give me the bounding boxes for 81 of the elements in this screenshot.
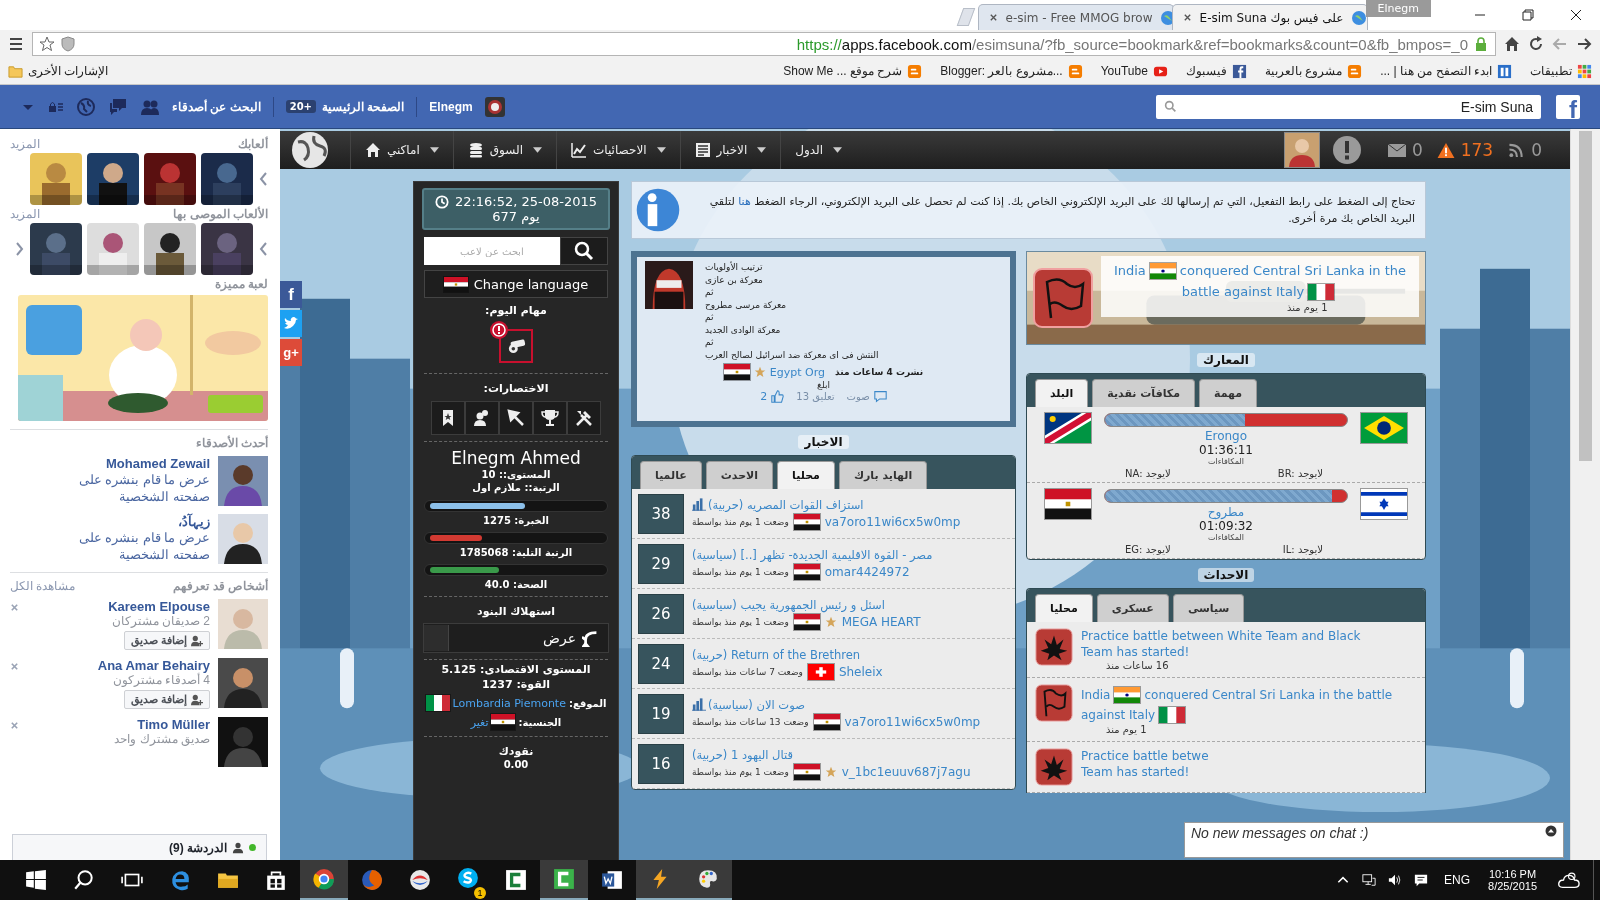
add-friend-icon	[191, 634, 203, 647]
message-icon[interactable]	[1414, 873, 1429, 887]
section-title: أحدث الأصدقاء	[195, 436, 268, 450]
home-icon[interactable]	[1504, 36, 1520, 52]
find-friends-link[interactable]: البحث عن أصدقاء	[172, 99, 261, 114]
section-title: الألعاب الموصى بها	[173, 207, 268, 221]
site-icon	[1497, 63, 1512, 79]
activity-link[interactable]: عرض ما قام بنشره على صفحته الشخصية	[40, 529, 210, 563]
blog-icon	[1067, 63, 1083, 79]
chevron-left-icon[interactable]	[258, 241, 268, 257]
bookmark[interactable]: Blogger: مشروع بالعر...	[940, 63, 1083, 79]
close-icon[interactable]	[988, 13, 998, 22]
person-name[interactable]: Kareem Elpouse	[108, 599, 210, 614]
network-icon[interactable]	[1362, 873, 1377, 887]
section-title: ألعابك	[238, 137, 268, 151]
speaker-icon[interactable]	[1388, 873, 1403, 887]
lock-icon	[1473, 36, 1489, 52]
profile-link[interactable]: Elnegm	[429, 99, 473, 114]
section-title: أشخاص قد تعرفهم	[173, 579, 268, 593]
clock[interactable]: 10:16 PM 8/25/2015	[1488, 868, 1537, 892]
activity-link[interactable]: عرض ما قام بنشره على صفحته الشخصية	[40, 471, 210, 505]
notification-badge: 20+	[285, 100, 316, 113]
chevron-right-icon[interactable]	[15, 241, 25, 257]
document-icon[interactable]	[601, 869, 623, 891]
logo[interactable]: f	[1556, 94, 1580, 119]
person-icon	[232, 841, 244, 854]
friend-name[interactable]: زيہآدُ،	[178, 514, 210, 529]
add-friend-button[interactable]: إضافة صديق	[123, 690, 210, 709]
add-friend-button[interactable]: إضافة صديق	[123, 631, 210, 650]
bookmark[interactable]: مشروع بالعربية	[1264, 63, 1363, 79]
mutual-friends-text: 4 أصدقاء مشتركون	[112, 673, 210, 687]
section-title: لعبة مميزة	[214, 277, 268, 291]
bookmark[interactable]: Show Me ... شرح موقع	[783, 63, 923, 79]
recorder-icon[interactable]	[505, 869, 527, 891]
friend-name[interactable]: Mohamed Zewail	[105, 456, 210, 471]
browser-tab[interactable]: e-sim - Free MMOG brow	[977, 4, 1174, 30]
palette-icon[interactable]	[697, 868, 719, 890]
mutual-friends-text: 2 صديقان مشتركان	[111, 614, 210, 628]
grid-icon	[1577, 63, 1592, 79]
search-field[interactable]: E-sim Suna	[1156, 94, 1541, 119]
folder-icon	[8, 63, 23, 79]
close-icon[interactable]	[1570, 9, 1582, 21]
blog-icon	[907, 63, 923, 79]
chat-app-icon[interactable]	[457, 867, 479, 889]
fox-browser-icon[interactable]	[361, 869, 383, 891]
shield-icon[interactable]	[60, 36, 76, 52]
search-icon	[1164, 100, 1177, 113]
menu-icon[interactable]	[8, 36, 24, 52]
round-browser-icon[interactable]	[313, 868, 335, 890]
chat-icon[interactable]	[108, 96, 128, 117]
star-icon[interactable]	[39, 36, 55, 52]
shopping-bag-icon[interactable]	[265, 869, 287, 891]
restore-icon[interactable]	[1522, 9, 1534, 21]
language-indicator[interactable]: ENG	[1444, 873, 1471, 887]
bookmark[interactable]: ابدء التصفح من هنا | ...	[1380, 63, 1512, 79]
notification-badge: 1	[474, 887, 486, 899]
recorder-icon[interactable]	[553, 868, 575, 890]
person-name[interactable]: Ana Amar Behairy	[97, 658, 210, 673]
avatar-icon[interactable]	[484, 96, 505, 117]
chevron-left-icon[interactable]	[258, 171, 268, 187]
home-link[interactable]: الصفحة الرئيسية	[321, 99, 405, 114]
browser-tab[interactable]: E-sim Suna على فيس بوك	[1171, 4, 1368, 30]
bookmark[interactable]: تطبيقات	[1530, 63, 1592, 79]
start-icon[interactable]	[25, 869, 47, 891]
forward-icon[interactable]	[1576, 36, 1592, 52]
search-icon[interactable]	[73, 869, 95, 891]
facebook-icon	[1231, 63, 1247, 79]
close-icon[interactable]	[1182, 13, 1192, 22]
address-bar[interactable]: https://apps.facebook.com/esimsuna/?fb_source=bookmark&ref=bookmarks&count=0&fb_bmpos=_0	[32, 32, 1496, 56]
swirl-icon[interactable]	[409, 869, 431, 891]
blog-icon	[1347, 63, 1363, 79]
mutual-friends-text: صديق مشترك واحد	[114, 732, 210, 746]
bookmark[interactable]: فيسبوك	[1185, 63, 1247, 79]
reload-icon[interactable]	[1528, 36, 1544, 52]
chat-bar[interactable]: الدردشة (9)	[12, 834, 267, 860]
add-friend-icon	[191, 693, 203, 706]
bookmark-folder[interactable]: الإشارات الأخرى	[8, 63, 109, 79]
scrollbar[interactable]	[1570, 129, 1600, 860]
browser-icon[interactable]	[169, 869, 191, 891]
bookmark[interactable]: YouTube	[1100, 63, 1168, 79]
person-name[interactable]: Timo Müller	[137, 717, 210, 732]
